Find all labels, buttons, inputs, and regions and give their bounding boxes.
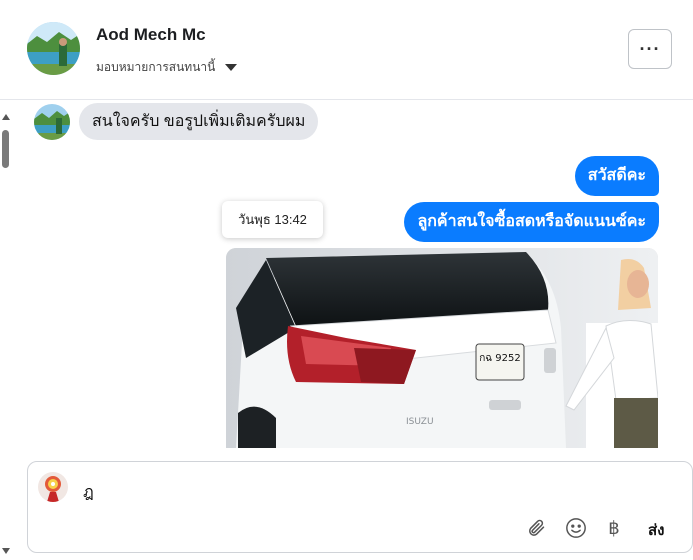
outgoing-message[interactable]: ลูกค้าสนใจซื้อสดหรือจัดแนนซ์คะ — [404, 202, 659, 242]
message-timestamp-tooltip: วันพุธ 13:42 — [222, 201, 323, 238]
message-input[interactable] — [83, 480, 583, 504]
contact-avatar[interactable] — [27, 22, 80, 75]
sender-avatar[interactable] — [34, 104, 70, 140]
page-avatar — [38, 472, 68, 502]
message-composer: ฿ ส่ง — [27, 461, 693, 553]
emoji-icon[interactable] — [564, 516, 588, 540]
assign-conversation-dropdown[interactable]: มอบหมายการสนทนานี้ — [96, 58, 238, 77]
contact-name[interactable]: Aod Mech Mc — [96, 25, 206, 45]
vehicle-badge: ISUZU — [406, 417, 434, 427]
scroll-down-arrow-icon[interactable] — [2, 548, 10, 554]
assign-label: มอบหมายการสนทนานี้ — [96, 60, 216, 74]
scroll-thumb[interactable] — [2, 130, 9, 168]
send-button[interactable]: ส่ง — [648, 518, 664, 542]
baht-payment-icon[interactable]: ฿ — [602, 516, 626, 540]
paperclip-icon[interactable] — [524, 516, 548, 540]
scroll-up-arrow-icon[interactable] — [2, 114, 10, 120]
conversation-header: Aod Mech Mc มอบหมายการสนทนานี้ ··· — [0, 0, 693, 100]
incoming-message[interactable]: สนใจครับ ขอรูปเพิ่มเติมครับผม — [79, 103, 319, 140]
message-scrollbar[interactable] — [0, 100, 12, 560]
outgoing-message[interactable]: สวัสดีคะ — [574, 156, 659, 196]
more-options-button[interactable]: ··· — [628, 29, 672, 69]
chevron-down-icon — [225, 64, 238, 71]
attached-photo[interactable]: กฉ 9252 ISUZU — [226, 248, 658, 448]
license-plate: กฉ 9252 — [479, 353, 521, 364]
